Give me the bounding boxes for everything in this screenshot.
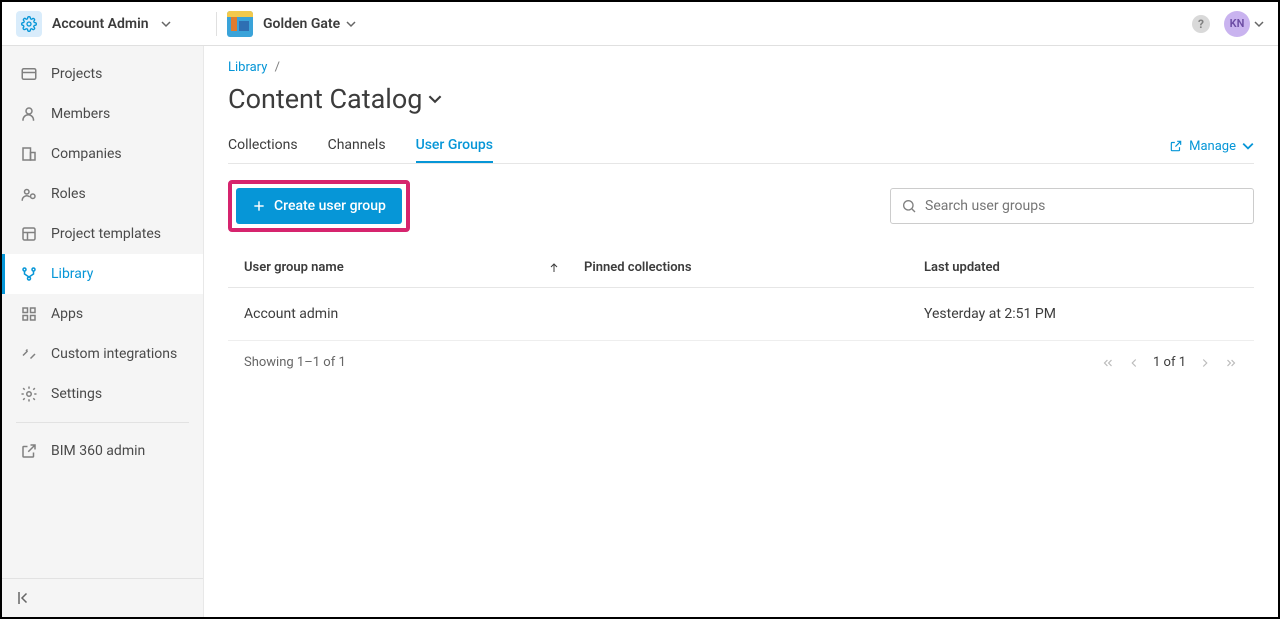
sidebar-item-label: Companies (51, 146, 122, 162)
breadcrumb-library[interactable]: Library (228, 60, 267, 75)
tab-collections[interactable]: Collections (228, 129, 298, 163)
sidebar-item-project-templates[interactable]: Project templates (2, 214, 203, 254)
chevron-down-icon (1242, 140, 1254, 152)
plus-icon (252, 199, 266, 213)
members-icon (19, 104, 39, 124)
table-row[interactable]: Account admin Yesterday at 2:51 PM (228, 288, 1254, 341)
collapse-sidebar-icon[interactable] (16, 589, 189, 607)
sidebar: Projects Members Companies Roles Project… (2, 46, 204, 617)
external-link-icon (19, 441, 39, 461)
tabs: Collections Channels User Groups Manage (228, 129, 1254, 164)
sidebar-item-apps[interactable]: Apps (2, 294, 203, 334)
roles-icon (19, 184, 39, 204)
showing-text: Showing 1–1 of 1 (244, 355, 346, 370)
page-info: 1 of 1 (1153, 355, 1186, 370)
sidebar-item-companies[interactable]: Companies (2, 134, 203, 174)
highlight-frame: Create user group (228, 180, 410, 232)
user-menu[interactable]: KN (1224, 11, 1264, 37)
page-title-switcher[interactable]: Content Catalog (228, 83, 1254, 115)
sidebar-item-label: Roles (51, 186, 86, 202)
search-icon (901, 198, 917, 214)
column-header-updated[interactable]: Last updated (924, 260, 1238, 275)
account-switcher[interactable]: Account Admin (16, 11, 216, 37)
chevron-down-icon (1254, 19, 1264, 29)
integrations-icon (19, 344, 39, 364)
search-box[interactable] (890, 188, 1254, 224)
next-page-icon[interactable] (1198, 356, 1212, 370)
separator (216, 12, 217, 36)
table-header: User group name Pinned collections Last … (228, 248, 1254, 288)
project-thumbnail (227, 11, 253, 37)
arrow-up-icon (548, 262, 560, 274)
sidebar-item-label: Library (51, 266, 93, 282)
help-icon[interactable]: ? (1192, 15, 1210, 33)
search-input[interactable] (925, 198, 1243, 214)
manage-label: Manage (1189, 139, 1236, 154)
cell-pinned (584, 306, 924, 322)
sidebar-item-label: Members (51, 106, 110, 122)
sidebar-item-library[interactable]: Library (2, 254, 203, 294)
create-button-label: Create user group (274, 198, 386, 214)
main-content: Library / Content Catalog Collections Ch… (204, 46, 1278, 617)
sidebar-item-custom-integrations[interactable]: Custom integrations (2, 334, 203, 374)
pager: 1 of 1 (1101, 355, 1238, 370)
create-user-group-button[interactable]: Create user group (236, 188, 402, 224)
companies-icon (19, 144, 39, 164)
breadcrumb: Library / (228, 60, 1254, 75)
sidebar-item-projects[interactable]: Projects (2, 54, 203, 94)
sidebar-item-label: Projects (51, 66, 102, 82)
cell-updated: Yesterday at 2:51 PM (924, 306, 1238, 322)
library-icon (19, 264, 39, 284)
chevron-down-icon (346, 19, 356, 29)
sidebar-item-label: BIM 360 admin (51, 443, 145, 459)
projects-icon (19, 64, 39, 84)
table-footer: Showing 1–1 of 1 1 of 1 (228, 341, 1254, 384)
chevron-down-icon (428, 92, 442, 106)
sidebar-item-label: Project templates (51, 226, 161, 242)
sidebar-item-bim360-admin[interactable]: BIM 360 admin (2, 431, 203, 471)
external-link-icon (1169, 139, 1183, 153)
toolbar: Create user group (228, 164, 1254, 248)
chevron-down-icon (161, 19, 171, 29)
templates-icon (19, 224, 39, 244)
cell-name: Account admin (244, 306, 584, 322)
account-label: Account Admin (52, 16, 149, 32)
manage-link[interactable]: Manage (1169, 139, 1254, 154)
sidebar-item-label: Apps (51, 306, 83, 322)
user-groups-table: User group name Pinned collections Last … (228, 248, 1254, 384)
first-page-icon[interactable] (1101, 356, 1115, 370)
breadcrumb-separator: / (275, 60, 280, 75)
settings-icon (19, 384, 39, 404)
avatar: KN (1224, 11, 1250, 37)
gear-icon (16, 11, 42, 37)
sidebar-item-label: Custom integrations (51, 346, 177, 362)
separator (16, 422, 189, 423)
sidebar-item-roles[interactable]: Roles (2, 174, 203, 214)
project-name: Golden Gate (263, 16, 340, 32)
project-switcher[interactable]: Golden Gate (263, 16, 356, 32)
prev-page-icon[interactable] (1127, 356, 1141, 370)
apps-icon (19, 304, 39, 324)
last-page-icon[interactable] (1224, 356, 1238, 370)
column-header-pinned[interactable]: Pinned collections (584, 260, 924, 275)
column-header-name[interactable]: User group name (244, 260, 584, 275)
sidebar-item-members[interactable]: Members (2, 94, 203, 134)
tab-user-groups[interactable]: User Groups (416, 129, 493, 163)
sidebar-item-label: Settings (51, 386, 102, 402)
top-bar: Account Admin Golden Gate ? KN (2, 2, 1278, 46)
tab-channels[interactable]: Channels (328, 129, 386, 163)
page-title: Content Catalog (228, 83, 422, 115)
sidebar-item-settings[interactable]: Settings (2, 374, 203, 414)
